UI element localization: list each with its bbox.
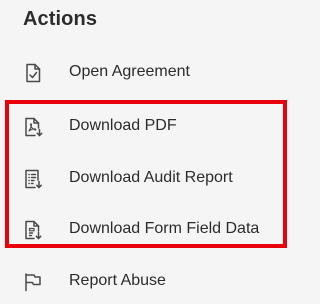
document-check-icon: [22, 62, 44, 84]
actions-title: Actions: [23, 8, 98, 30]
report-abuse-label: Report Abuse: [69, 272, 166, 289]
download-pdf-label: Download PDF: [69, 117, 177, 134]
form-data-download-icon: [22, 219, 44, 241]
open-agreement-action[interactable]: Open Agreement: [0, 51, 318, 95]
flag-icon: [22, 271, 44, 293]
download-pdf-action[interactable]: Download PDF: [0, 105, 318, 149]
download-audit-report-label: Download Audit Report: [69, 169, 233, 186]
pdf-download-icon: [22, 116, 44, 138]
audit-report-download-icon: [22, 168, 44, 190]
download-form-field-data-action[interactable]: Download Form Field Data: [0, 208, 318, 252]
download-audit-report-action[interactable]: Download Audit Report: [0, 157, 318, 201]
actions-panel: Actions Open Agreement Download PDF Down…: [0, 0, 318, 304]
open-agreement-label: Open Agreement: [69, 63, 190, 80]
report-abuse-action[interactable]: Report Abuse: [0, 260, 318, 304]
download-form-field-data-label: Download Form Field Data: [69, 220, 260, 237]
